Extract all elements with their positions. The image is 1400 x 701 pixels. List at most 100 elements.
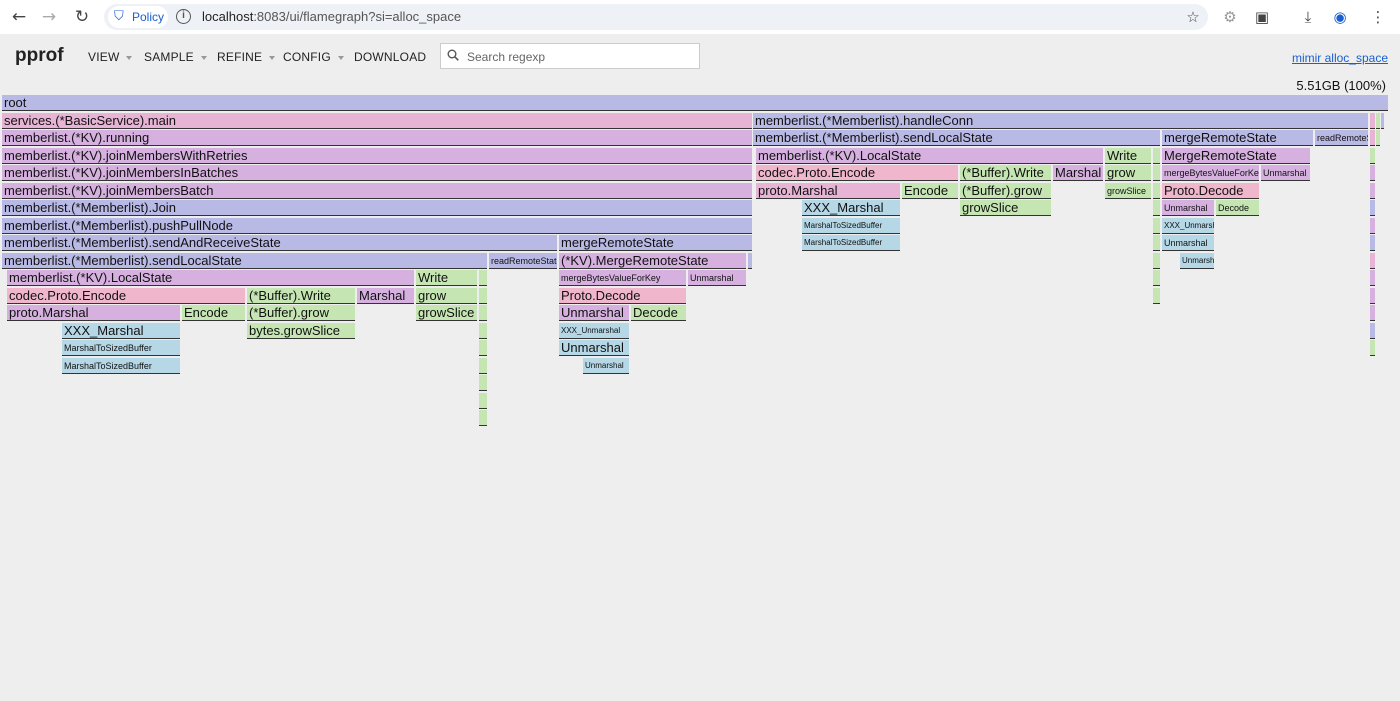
flame-frame[interactable]: growSlice [960, 200, 1051, 216]
flame-frame[interactable]: bytes.growSlice [247, 322, 355, 339]
back-arrow-icon[interactable]: ← [8, 6, 30, 28]
flame-frame[interactable]: Encode [902, 182, 958, 199]
flame-frame[interactable]: memberlist.(*Memberlist).pushPullNode [2, 217, 752, 234]
flame-frame[interactable]: XXX_Marshal [802, 200, 900, 216]
flame-frame[interactable] [479, 305, 487, 321]
flame-frame[interactable]: (*Buffer).grow [960, 182, 1051, 199]
flame-frame[interactable]: MarshalToSizedBuffer [802, 235, 900, 251]
flame-frame[interactable]: Proto.Decode [1162, 182, 1259, 199]
flame-frame[interactable]: proto.Marshal [7, 305, 180, 321]
flame-frame[interactable] [1153, 287, 1160, 304]
flame-frame[interactable]: memberlist.(*Memberlist).sendLocalState [2, 252, 487, 269]
menu-view[interactable]: VIEW [88, 50, 133, 64]
policy-chip[interactable]: ⛉ Policy [108, 6, 168, 28]
site-info-icon[interactable]: i [176, 9, 191, 24]
flame-frame[interactable]: readRemoteState [1315, 130, 1368, 146]
flame-frame[interactable] [1370, 182, 1375, 199]
flame-frame[interactable]: mergeBytesValueForKey [559, 270, 686, 286]
flame-frame[interactable]: grow [1105, 165, 1151, 181]
flame-frame[interactable]: (*Buffer).grow [247, 305, 355, 321]
flame-frame[interactable]: XXX_Unmarshal [559, 322, 629, 339]
menu-refine[interactable]: REFINE [217, 50, 276, 64]
flame-frame[interactable]: Unmarshal [1180, 252, 1214, 269]
flame-frame[interactable] [479, 270, 487, 286]
flame-frame[interactable]: grow [416, 287, 477, 304]
flame-frame[interactable] [479, 340, 487, 356]
flame-frame[interactable] [1370, 147, 1375, 164]
forward-arrow-icon[interactable]: → [38, 6, 60, 28]
flame-frame[interactable]: codec.Proto.Encode [756, 165, 958, 181]
flame-frame[interactable]: root [2, 95, 1388, 111]
flame-frame[interactable]: MergeRemoteState [1162, 147, 1310, 164]
flame-frame[interactable] [1153, 270, 1160, 286]
download-icon[interactable]: ⤓ [1298, 7, 1318, 27]
flame-frame[interactable] [1153, 252, 1160, 269]
flame-frame[interactable]: memberlist.(*KV).LocalState [756, 147, 1103, 164]
flame-frame[interactable] [1153, 182, 1160, 199]
profile-avatar-icon[interactable]: ◉ [1330, 7, 1350, 27]
flame-frame[interactable] [1370, 112, 1375, 129]
flame-frame[interactable]: memberlist.(*Memberlist).Join [2, 200, 752, 216]
flame-frame[interactable] [1370, 200, 1375, 216]
flame-frame[interactable]: Unmarshal [559, 305, 629, 321]
flame-frame[interactable]: Write [1105, 147, 1151, 164]
flame-frame[interactable] [1370, 287, 1375, 304]
flame-frame[interactable] [1370, 217, 1375, 234]
flame-frame[interactable]: (*Buffer).Write [247, 287, 355, 304]
flame-frame[interactable]: memberlist.(*KV).LocalState [7, 270, 414, 286]
flame-frame[interactable]: Unmarshal [583, 357, 629, 374]
flame-frame[interactable] [479, 410, 487, 426]
flame-frame[interactable] [1153, 147, 1160, 164]
flame-frame[interactable]: memberlist.(*Memberlist).sendAndReceiveS… [2, 235, 557, 251]
flame-frame[interactable]: codec.Proto.Encode [7, 287, 245, 304]
extensions-icon[interactable]: ▣ [1252, 7, 1272, 27]
flame-frame[interactable]: Unmarshal [1261, 165, 1310, 181]
flame-frame[interactable]: Encode [182, 305, 245, 321]
flame-frame[interactable]: XXX_Unmarshal [1162, 217, 1214, 234]
search-input[interactable] [465, 46, 697, 68]
flame-frame[interactable]: Unmarshal [688, 270, 746, 286]
flame-frame[interactable] [1370, 322, 1375, 339]
flame-frame[interactable] [1370, 252, 1375, 269]
url-text[interactable]: localhost:8083/ui/flamegraph?si=alloc_sp… [202, 9, 461, 24]
flame-frame[interactable] [1381, 112, 1384, 129]
flame-frame[interactable]: Proto.Decode [559, 287, 686, 304]
flame-frame[interactable]: services.(*BasicService).main [2, 112, 752, 129]
flame-frame[interactable] [1153, 217, 1160, 234]
menu-config[interactable]: CONFIG [283, 50, 344, 64]
bookmark-star-icon[interactable]: ☆ [1183, 7, 1203, 27]
pprof-logo[interactable]: pprof [15, 45, 64, 67]
flame-frame[interactable]: Decode [1216, 200, 1259, 216]
flame-frame[interactable]: memberlist.(*Memberlist).handleConn [753, 112, 1368, 129]
flame-frame[interactable]: Unmarshal [1162, 235, 1214, 251]
flame-frame[interactable]: mergeBytesValueForKey [1162, 165, 1259, 181]
flame-frame[interactable]: memberlist.(*KV).joinMembersInBatches [2, 165, 752, 181]
flame-frame[interactable] [1370, 270, 1375, 286]
flame-frame[interactable]: memberlist.(*KV).joinMembersWithRetries [2, 147, 752, 164]
flame-frame[interactable] [1153, 200, 1160, 216]
flame-frame[interactable]: growSlice [416, 305, 477, 321]
menu-sample[interactable]: SAMPLE [144, 50, 207, 64]
flame-frame[interactable]: XXX_Marshal [62, 322, 180, 339]
flame-frame[interactable]: Marshal [1053, 165, 1103, 181]
flame-frame[interactable]: memberlist.(*KV).joinMembersBatch [2, 182, 752, 199]
flame-frame[interactable]: proto.Marshal [756, 182, 900, 199]
flame-frame[interactable]: mergeRemoteState [1162, 130, 1313, 146]
flame-frame[interactable] [1376, 130, 1380, 146]
flame-frame[interactable]: growSlice [1105, 182, 1151, 199]
flame-frame[interactable]: memberlist.(*KV).running [2, 130, 752, 146]
reload-icon[interactable]: ↻ [71, 6, 93, 28]
more-menu-icon[interactable]: ⋮ [1368, 7, 1388, 27]
flame-frame[interactable] [1370, 305, 1375, 321]
flame-frame[interactable]: Write [416, 270, 477, 286]
flame-frame[interactable] [479, 287, 487, 304]
flame-frame[interactable]: Unmarshal [559, 340, 629, 356]
profile-name-link[interactable]: mimir alloc_space [1292, 51, 1388, 65]
flame-frame[interactable]: readRemoteState [489, 252, 557, 269]
flame-frame[interactable] [1153, 235, 1160, 251]
flame-frame[interactable] [479, 357, 487, 374]
flame-frame[interactable] [479, 322, 487, 339]
flame-frame[interactable]: Decode [631, 305, 686, 321]
flame-frame[interactable]: (*Buffer).Write [960, 165, 1051, 181]
flame-frame[interactable] [1370, 130, 1375, 146]
